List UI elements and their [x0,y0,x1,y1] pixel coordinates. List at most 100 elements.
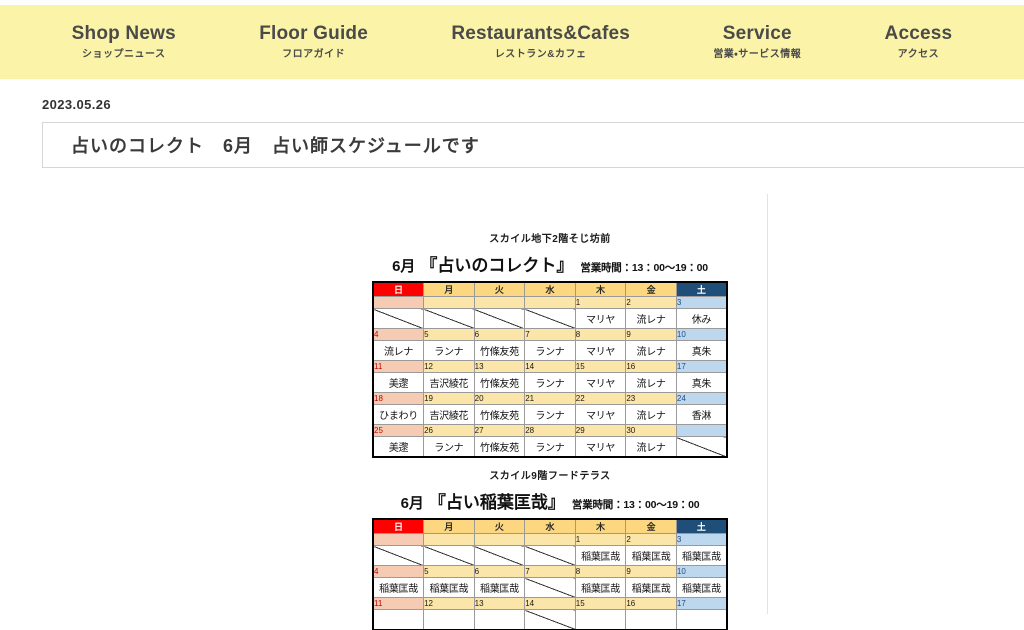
week-value-row: ひまわり 吉沢綾花 竹條友苑 ランナ マリヤ 流レナ 香淋 [372,404,728,425]
schedule-table-head: 日 月 火 水 木 金 土 [372,518,728,534]
day-number: 6 [473,565,526,578]
day-number: 17 [675,360,728,373]
day-number: 4 [372,565,425,578]
fortune-teller-cell: ランナ [524,372,576,393]
dow-header-thu: 木 [574,518,627,534]
fortune-teller-cell: 竹條友苑 [473,372,526,393]
dow-header-fri: 金 [625,518,677,534]
fortune-teller-cell [524,308,576,329]
article-date: 2023.05.26 [42,97,112,112]
dow-header-wed: 水 [524,518,576,534]
fortune-teller-cell: 流レナ [372,340,425,361]
dow-header-sat: 土 [675,518,728,534]
nav-item-label-ja: フロアガイド [282,49,346,61]
day-number [473,533,526,546]
fortune-teller-cell [423,545,475,566]
fortune-teller-cell [675,436,728,457]
day-number: 17 [675,597,728,610]
day-number: 8 [574,565,627,578]
nav-item-access[interactable]: Access アクセス [879,21,959,62]
fortune-teller-cell [423,308,475,329]
day-number [675,424,728,437]
day-number: 12 [423,360,475,373]
dow-header-sat: 土 [675,281,728,297]
fortune-teller-cell: 稲葉匡哉 [473,577,526,598]
day-number: 14 [524,360,576,373]
day-number: 11 [372,360,425,373]
nav-item-floor-guide[interactable]: Floor Guide フロアガイド [253,21,374,62]
fortune-teller-cell: マリヤ [574,436,627,457]
day-number: 16 [625,597,677,610]
day-number: 5 [423,328,475,341]
nav-item-restaurants-cafes[interactable]: Restaurants&Cafes レストラン&カフェ [445,21,636,62]
schedule-hours: 営業時間：13：00〜19：00 [571,499,700,511]
day-number [524,296,576,309]
day-number: 20 [473,392,526,405]
week-value-row: マリヤ 流レナ 休み [372,308,728,329]
day-number: 2 [625,533,677,546]
day-number [423,533,475,546]
schedule-month: 6月 [392,258,416,275]
week-number-row: 4 5 6 7 8 9 10 [372,565,728,578]
nav-item-service[interactable]: Service 営業・サービス情報 [707,21,807,62]
page-title: 占いのコレクト 6月 占い師スケジュールです [71,136,480,156]
nav-item-label-en: Floor Guide [259,23,368,45]
fortune-teller-cell: 稲葉匡哉 [625,545,677,566]
schedule-shop-name: 『占い稲葉匡哉』 [428,493,565,512]
day-number: 22 [574,392,627,405]
day-number: 5 [423,565,475,578]
week-number-row: 1 2 3 [372,533,728,546]
fortune-teller-cell [372,545,425,566]
article-wrapper: 2023.05.26 占いのコレクト 6月 占い師スケジュールです スカイル地下… [0,79,1024,630]
fortune-teller-cell: 稲葉匡哉 [675,545,728,566]
fortune-teller-cell [372,609,425,630]
day-number: 9 [625,328,677,341]
fortune-teller-cell: 竹條友苑 [473,340,526,361]
fortune-teller-cell [524,545,576,566]
day-number: 3 [675,533,728,546]
day-number: 2 [625,296,677,309]
fortune-teller-cell [372,308,425,329]
day-number: 25 [372,424,425,437]
schedule-table-head: 日 月 火 水 木 金 土 [372,281,728,297]
week-value-row: 美邌 ランナ 竹條友苑 ランナ マリヤ 流レナ [372,436,728,457]
fortune-teller-cell [423,609,475,630]
fortune-teller-cell: 流レナ [625,308,677,329]
fortune-teller-cell: 美邌 [372,436,425,457]
fortune-teller-cell: 吉沢綾花 [423,404,475,425]
fortune-teller-cell: ランナ [524,340,576,361]
dow-header-mon: 月 [423,518,475,534]
day-number: 26 [423,424,475,437]
day-number [423,296,475,309]
dow-header-fri: 金 [625,281,677,297]
day-number: 21 [524,392,576,405]
dow-header-tue: 火 [473,281,526,297]
day-number: 9 [625,565,677,578]
fortune-teller-cell: ランナ [423,340,475,361]
week-value-row [372,609,728,630]
week-value-row: 流レナ ランナ 竹條友苑 ランナ マリヤ 流レナ 真朱 [372,340,728,361]
fortune-teller-cell [675,609,728,630]
fortune-teller-cell [524,577,576,598]
nav-item-label-en: Service [722,23,792,45]
day-number: 18 [372,392,425,405]
day-number: 6 [473,328,526,341]
day-number: 29 [574,424,627,437]
week-number-row: 11 12 13 14 15 16 17 [372,360,728,373]
fortune-teller-cell: ひまわり [372,404,425,425]
dow-header-row: 日 月 火 水 木 金 土 [372,518,728,534]
nav-item-shop-news[interactable]: Shop News ショップニュース [66,21,182,62]
fortune-teller-cell: 真朱 [675,372,728,393]
fortune-teller-cell [473,609,526,630]
dow-header-tue: 火 [473,518,526,534]
fortune-teller-cell: 流レナ [625,404,677,425]
fortune-teller-cell: 竹條友苑 [473,404,526,425]
day-number: 12 [423,597,475,610]
day-number: 19 [423,392,475,405]
day-number: 14 [524,597,576,610]
week-number-row: 25 26 27 28 29 30 [372,424,728,437]
article-title-box: 占いのコレクト 6月 占い師スケジュールです [42,122,1024,168]
dow-header-wed: 水 [524,281,576,297]
dow-header-sun: 日 [372,281,425,297]
week-value-row: 美邌 吉沢綾花 竹條友苑 ランナ マリヤ 流レナ 真朱 [372,372,728,393]
